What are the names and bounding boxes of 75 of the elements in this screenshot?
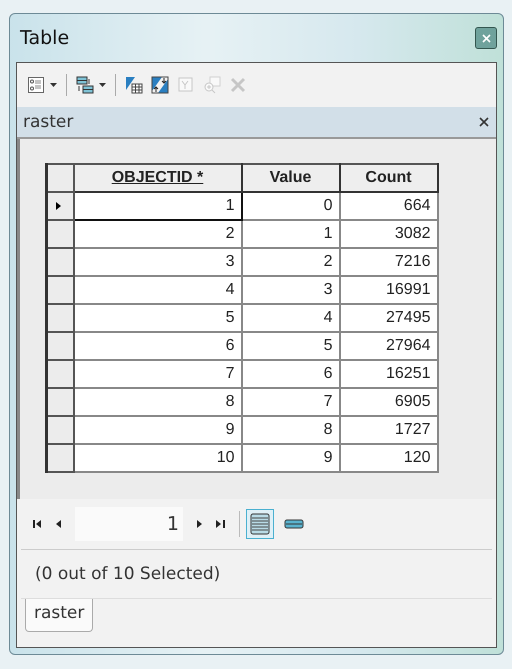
table-cell: 7 (74, 360, 242, 388)
row-selector[interactable] (46, 388, 74, 416)
row-selector[interactable] (46, 360, 74, 388)
tables-icon (76, 76, 94, 94)
tab[interactable]: raster (25, 599, 94, 632)
table-cell: 3082 (340, 220, 438, 248)
first-icon (33, 520, 42, 528)
table-cell: 27495 (340, 304, 438, 332)
table-cell: 120 (340, 444, 438, 472)
table-cell: 5 (242, 332, 340, 360)
table-cell: 8 (242, 416, 340, 444)
all-records-icon (250, 513, 270, 535)
close-button[interactable] (478, 116, 490, 128)
table-cell: 9 (74, 416, 242, 444)
row-selector[interactable] (46, 416, 74, 444)
table-cell: 3 (74, 248, 242, 276)
column-header[interactable]: OBJECTID * (74, 164, 242, 192)
first-button[interactable] (33, 520, 42, 528)
table-cell: 27964 (340, 332, 438, 360)
current-row-icon (56, 202, 61, 210)
table-cell: 6 (74, 332, 242, 360)
previous-icon (56, 520, 61, 528)
table-cell: 3 (242, 276, 340, 304)
row-selector[interactable] (46, 444, 74, 472)
table-cell: 2 (242, 248, 340, 276)
last-button[interactable] (216, 520, 225, 528)
toolbar-button[interactable] (74, 74, 108, 96)
previous-button[interactable] (56, 520, 61, 528)
row-selector[interactable] (46, 304, 74, 332)
table-cell: 16991 (340, 276, 438, 304)
row-selector[interactable] (46, 220, 74, 248)
next-icon (197, 520, 202, 528)
caret-icon (50, 83, 57, 87)
toolbar-button[interactable] (149, 74, 171, 96)
table-cell: 5 (74, 304, 242, 332)
table-cell: 6905 (340, 388, 438, 416)
panel-title: raster (23, 112, 74, 132)
view-toggle[interactable] (246, 509, 274, 539)
table-cell: 1727 (340, 416, 438, 444)
table-cell: 6 (242, 360, 340, 388)
table-cell: 16251 (340, 360, 438, 388)
row-header (46, 164, 74, 192)
record-field[interactable]: 1 (75, 507, 183, 541)
table-cell: 0 (242, 192, 340, 220)
selected-records-icon (284, 519, 304, 529)
table-cell: 9 (242, 444, 340, 472)
row-selector[interactable] (46, 192, 74, 220)
table-cell: 2 (74, 220, 242, 248)
table-cell: 4 (74, 276, 242, 304)
close-icon (482, 34, 490, 42)
close-button[interactable] (475, 27, 497, 49)
column-header[interactable]: Value (242, 164, 340, 192)
table-cell: 7216 (340, 248, 438, 276)
zoom-icon (203, 76, 221, 94)
table-cell: 1 (242, 220, 340, 248)
close-icon (478, 116, 490, 128)
table-cell: 10 (74, 444, 242, 472)
table-cell: 7 (242, 388, 340, 416)
table-icon (125, 76, 143, 94)
row-selector[interactable] (46, 276, 74, 304)
next-button[interactable] (197, 520, 202, 528)
list-icon (27, 76, 45, 94)
toolbar-button[interactable] (25, 74, 59, 96)
table-cell: 664 (340, 192, 438, 220)
caret-icon (99, 83, 106, 87)
delete-icon (229, 76, 247, 94)
table-cell: 4 (242, 304, 340, 332)
column-header[interactable]: Count (340, 164, 438, 192)
table-cell: 1 (74, 192, 242, 220)
table-cell: 8 (74, 388, 242, 416)
row-selector[interactable] (46, 248, 74, 276)
row-selector[interactable] (46, 332, 74, 360)
last-icon (216, 520, 225, 528)
toolbar-button[interactable] (123, 74, 145, 96)
window-title: Table (19, 27, 70, 49)
